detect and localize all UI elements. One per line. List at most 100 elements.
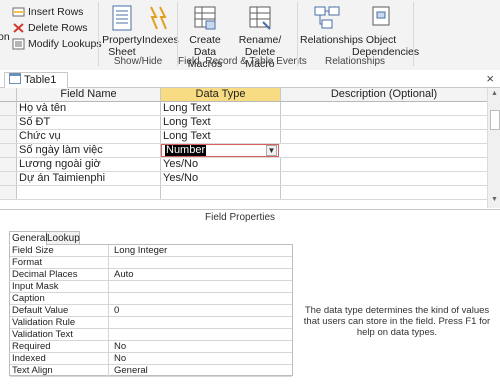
data-type-cell[interactable]: Yes/No xyxy=(161,158,281,171)
property-value[interactable] xyxy=(114,317,289,328)
table-row[interactable]: Dự án Taimienphi Yes/No xyxy=(0,172,487,186)
table-row-empty[interactable] xyxy=(0,186,487,200)
property-value[interactable] xyxy=(114,293,289,304)
row-selector[interactable] xyxy=(0,102,17,115)
vertical-scrollbar[interactable]: ▲ ▼ xyxy=(487,88,500,208)
property-value[interactable]: No xyxy=(114,353,289,364)
property-value[interactable] xyxy=(114,281,289,292)
property-name: Text Align xyxy=(12,365,109,376)
insert-rows-label: Insert Rows xyxy=(28,6,84,18)
data-type-cell[interactable]: Yes/No xyxy=(161,172,281,185)
insert-rows-button[interactable]: Insert Rows xyxy=(12,5,83,20)
ribbon-separator xyxy=(413,2,414,66)
property-sheet-icon xyxy=(112,5,132,31)
description-cell[interactable] xyxy=(281,130,487,143)
ribbon-separator xyxy=(98,2,99,66)
object-dependencies-button[interactable]: Object Dependencies xyxy=(352,4,419,58)
description-cell[interactable] xyxy=(281,186,487,199)
description-cell[interactable] xyxy=(281,102,487,115)
table-row[interactable]: Họ và tên Long Text xyxy=(0,102,487,116)
relationships-icon xyxy=(314,6,340,29)
property-row[interactable]: Input Mask xyxy=(10,281,292,293)
ribbon-separator xyxy=(297,2,298,66)
relationships-button[interactable]: Relationships xyxy=(300,4,363,46)
property-value[interactable] xyxy=(114,329,289,340)
scroll-up-icon[interactable]: ▲ xyxy=(491,90,498,97)
row-selector[interactable] xyxy=(0,158,17,171)
property-value[interactable]: General xyxy=(114,365,289,376)
field-name-cell[interactable]: Lương ngoài giờ xyxy=(17,158,161,171)
tab-table1-label: Table1 xyxy=(24,74,57,86)
property-row[interactable]: Decimal Places Auto xyxy=(10,269,292,281)
property-name: Input Mask xyxy=(12,281,109,292)
scrollbar-thumb[interactable] xyxy=(490,110,500,130)
data-type-cell[interactable] xyxy=(161,186,281,199)
scroll-down-icon[interactable]: ▼ xyxy=(491,196,498,203)
field-name-cell[interactable] xyxy=(17,186,161,199)
description-cell[interactable] xyxy=(281,158,487,171)
property-value[interactable]: Long Integer xyxy=(114,245,289,256)
data-type-cell[interactable]: Long Text xyxy=(161,102,281,115)
property-sheet-button[interactable]: Property Sheet xyxy=(102,4,142,58)
property-row[interactable]: Validation Text xyxy=(10,329,292,341)
property-name: Required xyxy=(12,341,109,352)
tab-general[interactable]: General xyxy=(9,231,48,246)
property-row[interactable]: Required No xyxy=(10,341,292,353)
tab-table1[interactable]: Table1 xyxy=(4,72,68,88)
close-icon[interactable]: × xyxy=(486,70,494,87)
help-text: The data type determines the kind of val… xyxy=(303,305,491,338)
property-row[interactable]: Validation Rule xyxy=(10,317,292,329)
chevron-down-icon[interactable]: ▼ xyxy=(266,145,277,156)
property-value[interactable]: No xyxy=(114,341,289,352)
object-dependencies-icon xyxy=(372,6,390,26)
table-row-active[interactable]: Số ngày làm việc Number ▼ xyxy=(0,144,487,158)
row-selector[interactable] xyxy=(0,116,17,129)
property-row[interactable]: Indexed No xyxy=(10,353,292,365)
indexes-label: Indexes xyxy=(142,34,179,46)
field-properties-title-text: Field Properties xyxy=(204,212,276,223)
property-value[interactable]: Auto xyxy=(114,269,289,280)
insert-rows-icon xyxy=(12,7,25,17)
description-cell[interactable] xyxy=(281,116,487,129)
property-name: Validation Text xyxy=(12,329,109,340)
property-name: Decimal Places xyxy=(12,269,109,280)
data-type-cell[interactable]: Long Text xyxy=(161,130,281,143)
field-properties-grid: Field Size Long Integer Format Decimal Pl… xyxy=(9,244,293,377)
table-row[interactable]: Chức vụ Long Text xyxy=(0,130,487,144)
table-row[interactable]: Số ĐT Long Text xyxy=(0,116,487,130)
property-row[interactable]: Default Value 0 xyxy=(10,305,292,317)
row-selector[interactable] xyxy=(0,186,17,199)
row-selector[interactable] xyxy=(0,144,17,157)
rename-delete-macro-icon xyxy=(249,6,271,30)
object-dependencies-label: Object Dependencies xyxy=(352,34,420,58)
data-type-cell[interactable]: Long Text xyxy=(161,116,281,129)
property-value[interactable] xyxy=(114,257,289,268)
table-design-grid: Field Name Data Type Description (Option… xyxy=(0,88,500,208)
property-row[interactable]: Text Align General xyxy=(10,365,292,377)
property-row[interactable]: Caption xyxy=(10,293,292,305)
description-cell[interactable] xyxy=(281,144,487,157)
property-row[interactable]: Format xyxy=(10,257,292,269)
pane-divider[interactable] xyxy=(0,209,500,210)
property-name: Validation Rule xyxy=(12,317,109,328)
field-name-cell[interactable]: Số ĐT xyxy=(17,116,161,129)
field-name-cell[interactable]: Dự án Taimienphi xyxy=(17,172,161,185)
field-name-cell[interactable]: Họ và tên xyxy=(17,102,161,115)
indexes-button[interactable]: Indexes xyxy=(142,4,179,46)
field-name-cell[interactable]: Số ngày làm việc xyxy=(17,144,161,157)
property-value[interactable]: 0 xyxy=(114,305,289,316)
data-type-dropdown[interactable]: Number ▼ xyxy=(161,144,279,157)
delete-rows-button[interactable]: Delete Rows xyxy=(12,21,88,36)
modify-lookups-label: Modify Lookups xyxy=(28,38,102,50)
field-name-cell[interactable]: Chức vụ xyxy=(17,130,161,143)
show-hide-group-label: Show/Hide xyxy=(113,56,163,67)
description-cell[interactable] xyxy=(281,172,487,185)
field-name-header: Field Name xyxy=(17,88,161,102)
modify-lookups-button[interactable]: Modify Lookups xyxy=(12,37,102,52)
property-sheet-label: Property Sheet xyxy=(102,34,142,58)
row-selector[interactable] xyxy=(0,172,17,185)
table-row[interactable]: Lương ngoài giờ Yes/No xyxy=(0,158,487,172)
row-selector[interactable] xyxy=(0,130,17,143)
property-row[interactable]: Field Size Long Integer xyxy=(10,245,292,257)
ribbon: on Insert Rows Delete Rows Modify Lookup… xyxy=(0,0,500,71)
